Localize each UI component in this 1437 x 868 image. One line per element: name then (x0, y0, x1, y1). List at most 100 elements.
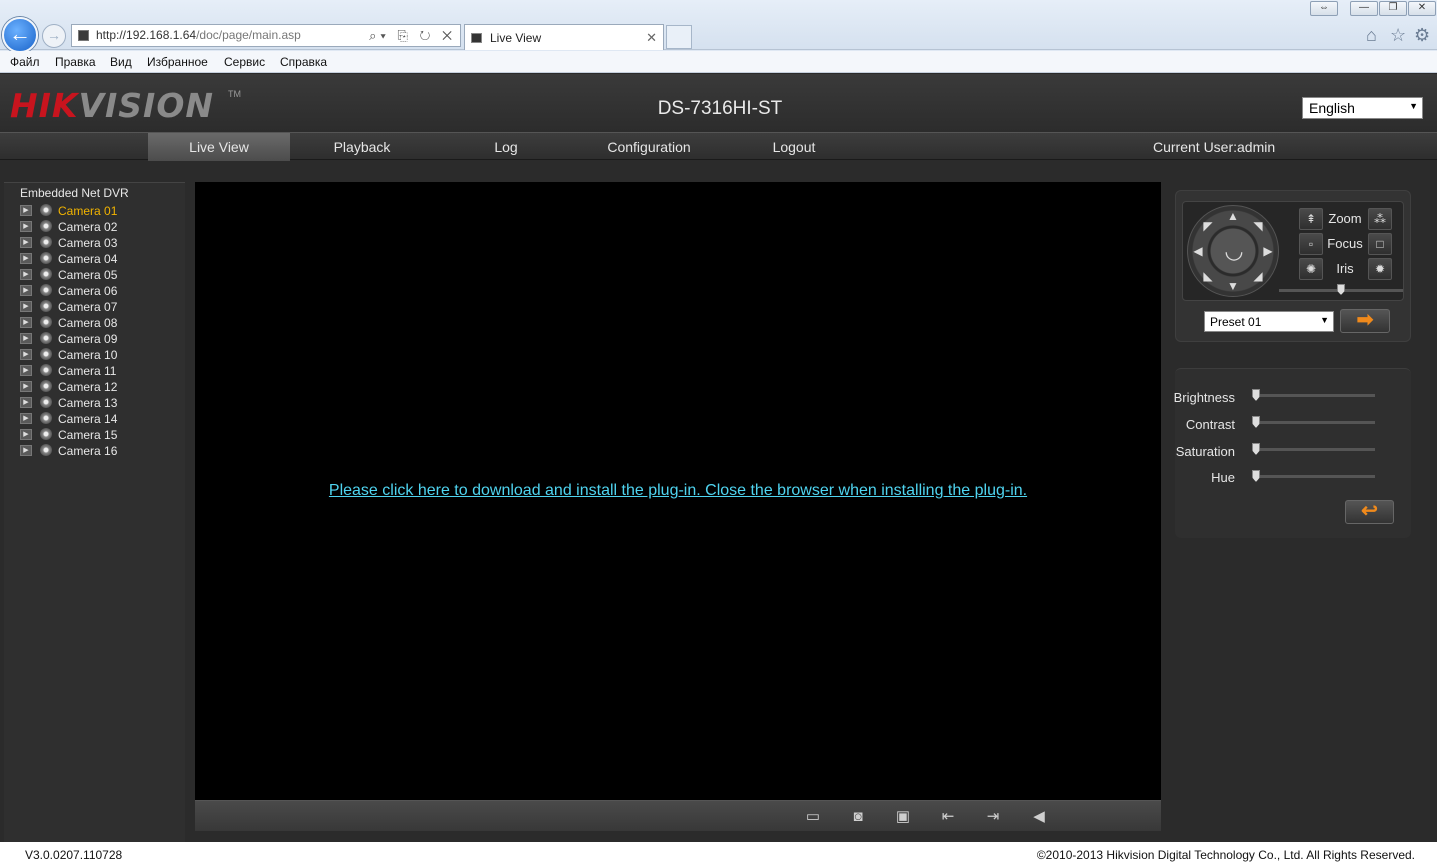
camera-tree-item[interactable]: ▶ Camera 10 (20, 347, 180, 363)
tab-live-view-nav[interactable]: Live View (148, 133, 290, 161)
expand-icon[interactable]: ▶ (20, 397, 32, 408)
expand-icon[interactable]: ▶ (20, 445, 32, 456)
ptz-direction-wheel[interactable]: ▲ ▼ ◀ ▶ ◤ ◥ ◣ ◢ ◡ (1187, 205, 1279, 297)
expand-icon[interactable]: ▶ (20, 349, 32, 360)
plugin-download-link[interactable]: Please click here to download and instal… (195, 482, 1161, 500)
audio-muted-icon[interactable]: ◀ (1027, 807, 1051, 827)
menu-favorites[interactable]: Избранное (147, 55, 208, 69)
chevron-down-icon: ▼ (1320, 315, 1329, 325)
ptz-up-icon[interactable]: ▲ (1226, 209, 1240, 223)
camera-tree-item[interactable]: ▶ Camera 11 (20, 363, 180, 379)
camera-tree-item[interactable]: ▶ Camera 06 (20, 283, 180, 299)
expand-icon[interactable]: ▶ (20, 205, 32, 216)
tree-root-label[interactable]: Embedded Net DVR (20, 186, 129, 200)
zoom-out-icon[interactable]: ⁂ (1368, 208, 1392, 230)
contrast-slider[interactable] (1252, 416, 1375, 428)
menu-help[interactable]: Справка (280, 55, 327, 69)
expand-icon[interactable]: ▶ (20, 301, 32, 312)
camera-tree-item[interactable]: ▶ Camera 15 (20, 427, 180, 443)
restore-icon[interactable]: ❐ (1379, 1, 1407, 16)
ptz-speed-slider[interactable] (1279, 284, 1403, 295)
camera-tree-item[interactable]: ▶ Camera 16 (20, 443, 180, 459)
tab-live-view[interactable]: Live View ✕ (464, 24, 664, 50)
start-all-live-icon[interactable]: ▭ (801, 807, 825, 827)
menu-edit[interactable]: Правка (55, 55, 96, 69)
home-icon[interactable]: ⌂ (1366, 25, 1377, 46)
preset-call-button[interactable]: ➡ (1340, 309, 1390, 333)
ptz-speed-handle[interactable] (1337, 284, 1345, 295)
minimize-icon[interactable]: — (1350, 1, 1378, 16)
camera-label: Camera 08 (58, 316, 118, 330)
iris-close-icon[interactable]: ✹ (1368, 258, 1392, 280)
forward-arrow-icon[interactable]: → (42, 24, 66, 48)
menu-tools[interactable]: Сервис (224, 55, 265, 69)
camera-tree-item[interactable]: ▶ Camera 05 (20, 267, 180, 283)
focus-far-icon[interactable]: □ (1368, 233, 1392, 255)
expand-icon[interactable]: ▶ (20, 381, 32, 392)
brightness-slider[interactable] (1252, 389, 1375, 401)
capture-icon[interactable]: ◙ (846, 807, 870, 827)
saturation-handle[interactable] (1252, 443, 1260, 455)
camera-tree-item[interactable]: ▶ Camera 02 (20, 219, 180, 235)
camera-tree-item[interactable]: ▶ Camera 07 (20, 299, 180, 315)
tab-configuration[interactable]: Configuration (578, 133, 720, 161)
expand-icon[interactable]: ▶ (20, 413, 32, 424)
saturation-slider[interactable] (1252, 443, 1375, 455)
language-select[interactable]: English ▼ (1302, 97, 1423, 119)
camera-icon (40, 268, 52, 280)
expand-icon[interactable]: ▶ (20, 429, 32, 440)
previous-page-icon[interactable]: ⇤ (936, 807, 960, 827)
video-viewport[interactable]: Please click here to download and instal… (195, 182, 1161, 800)
expand-icon[interactable]: ▶ (20, 237, 32, 248)
record-icon[interactable]: ▣ (891, 807, 915, 827)
window-resize-icon[interactable]: ⇔ (1310, 1, 1338, 16)
tab-logout[interactable]: Logout (723, 133, 865, 161)
camera-tree-item[interactable]: ▶ Camera 12 (20, 379, 180, 395)
hue-handle[interactable] (1252, 470, 1260, 482)
camera-tree-item[interactable]: ▶ Camera 03 (20, 235, 180, 251)
address-bar[interactable]: http://192.168.1.64/doc/page/main.asp ⌕▾… (71, 24, 461, 47)
ptz-auto-scan-icon[interactable]: ◡ (1219, 237, 1249, 267)
ptz-right-icon[interactable]: ▶ (1261, 244, 1275, 258)
contrast-handle[interactable] (1252, 416, 1260, 428)
window-close-icon[interactable]: ✕ (1408, 1, 1436, 16)
close-icon[interactable]: ✕ (646, 25, 657, 51)
ptz-down-right-icon[interactable]: ◢ (1251, 269, 1265, 283)
address-tools-icons[interactable]: ⌕▾ ⎘ ↻ ✕ (369, 25, 456, 46)
camera-tree-item[interactable]: ▶ Camera 14 (20, 411, 180, 427)
page-footer: V3.0.0207.110728 ©2010-2013 Hikvision Di… (0, 842, 1437, 868)
next-page-icon[interactable]: ⇥ (981, 807, 1005, 827)
expand-icon[interactable]: ▶ (20, 285, 32, 296)
ptz-up-left-icon[interactable]: ◤ (1201, 219, 1215, 233)
app-header: HIKVISION TM DS-7316HI-ST (0, 74, 1437, 132)
star-icon[interactable]: ☆ (1390, 25, 1406, 46)
expand-icon[interactable]: ▶ (20, 365, 32, 376)
tab-playback[interactable]: Playback (291, 133, 433, 161)
camera-tree-item[interactable]: ▶ Camera 13 (20, 395, 180, 411)
expand-icon[interactable]: ▶ (20, 333, 32, 344)
reset-default-button[interactable]: ↩ (1345, 500, 1394, 524)
gear-icon[interactable]: ⚙ (1414, 25, 1430, 46)
brightness-handle[interactable] (1252, 389, 1260, 401)
camera-tree-item[interactable]: ▶ Camera 04 (20, 251, 180, 267)
expand-icon[interactable]: ▶ (20, 253, 32, 264)
ptz-up-right-icon[interactable]: ◥ (1251, 219, 1265, 233)
camera-tree-item[interactable]: ▶ Camera 01 (20, 203, 180, 219)
expand-icon[interactable]: ▶ (20, 317, 32, 328)
camera-tree-item[interactable]: ▶ Camera 09 (20, 331, 180, 347)
camera-icon (40, 220, 52, 232)
expand-icon[interactable]: ▶ (20, 269, 32, 280)
new-tab-button[interactable] (666, 25, 692, 49)
ptz-down-icon[interactable]: ▼ (1226, 279, 1240, 293)
preset-select[interactable]: Preset 01 ▼ (1204, 311, 1334, 332)
hue-slider[interactable] (1252, 470, 1375, 482)
tab-log[interactable]: Log (435, 133, 577, 161)
menu-view[interactable]: Вид (110, 55, 132, 69)
tab-label: Live View (490, 31, 542, 45)
ptz-down-left-icon[interactable]: ◣ (1201, 269, 1215, 283)
back-arrow-icon[interactable]: ← (2, 17, 38, 53)
camera-tree-item[interactable]: ▶ Camera 08 (20, 315, 180, 331)
menu-file[interactable]: Файл (10, 55, 40, 69)
expand-icon[interactable]: ▶ (20, 221, 32, 232)
ptz-left-icon[interactable]: ◀ (1191, 244, 1205, 258)
